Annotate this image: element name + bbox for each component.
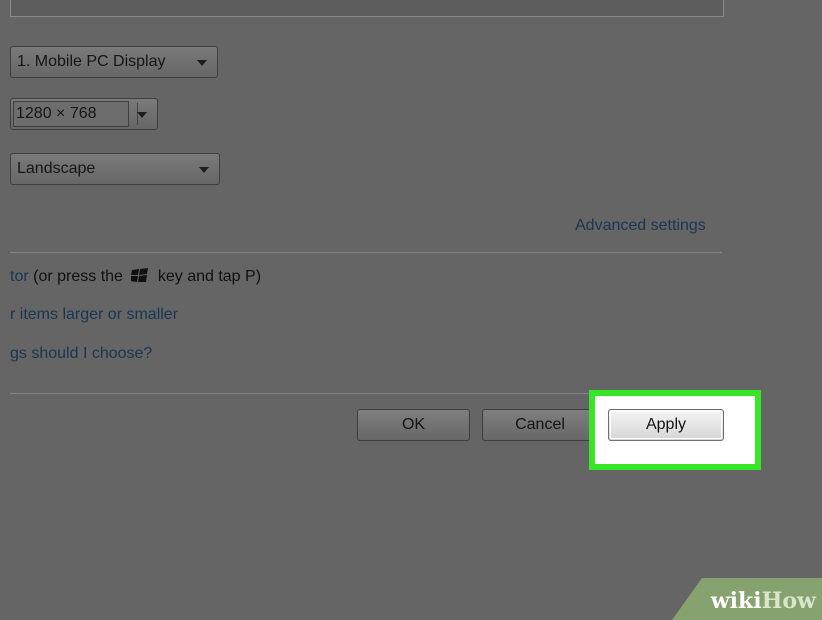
cancel-button[interactable]: Cancel <box>482 409 598 441</box>
chevron-down-icon <box>199 167 209 173</box>
watermark-how: How <box>761 588 816 614</box>
chevron-down-icon <box>197 60 207 66</box>
apply-button[interactable]: Apply <box>608 409 724 441</box>
make-items-larger-link[interactable]: r items larger or smaller <box>10 306 178 324</box>
display-select[interactable]: 1. Mobile PC Display <box>10 46 218 78</box>
orientation-select[interactable]: Landscape <box>10 153 220 185</box>
projector-hint-suffix: key and tap P) <box>157 268 262 285</box>
ok-button[interactable]: OK <box>357 409 470 441</box>
resolution-select-value: 1280 × 768 <box>13 101 129 127</box>
projector-hint-prefix: (or press the <box>33 268 123 285</box>
display-select-value: 1. Mobile PC Display <box>17 53 166 70</box>
wikihow-watermark: wikiHow <box>672 578 822 620</box>
projector-row: tor (or press the key and tap P) <box>10 267 261 286</box>
which-settings-link[interactable]: gs should I choose? <box>10 345 152 363</box>
orientation-select-value: Landscape <box>17 160 96 177</box>
preview-frame <box>10 0 724 17</box>
watermark-wiki: wiki <box>710 588 762 614</box>
chevron-down-icon <box>137 112 147 118</box>
connect-projector-link[interactable]: tor <box>10 268 29 285</box>
windows-logo-icon <box>131 268 149 282</box>
resolution-select[interactable]: 1280 × 768 <box>10 98 158 130</box>
advanced-settings-link[interactable]: Advanced settings <box>575 217 706 235</box>
divider-bottom <box>10 393 590 394</box>
divider <box>10 252 722 253</box>
watermark-logo: wikiHow <box>711 588 816 614</box>
